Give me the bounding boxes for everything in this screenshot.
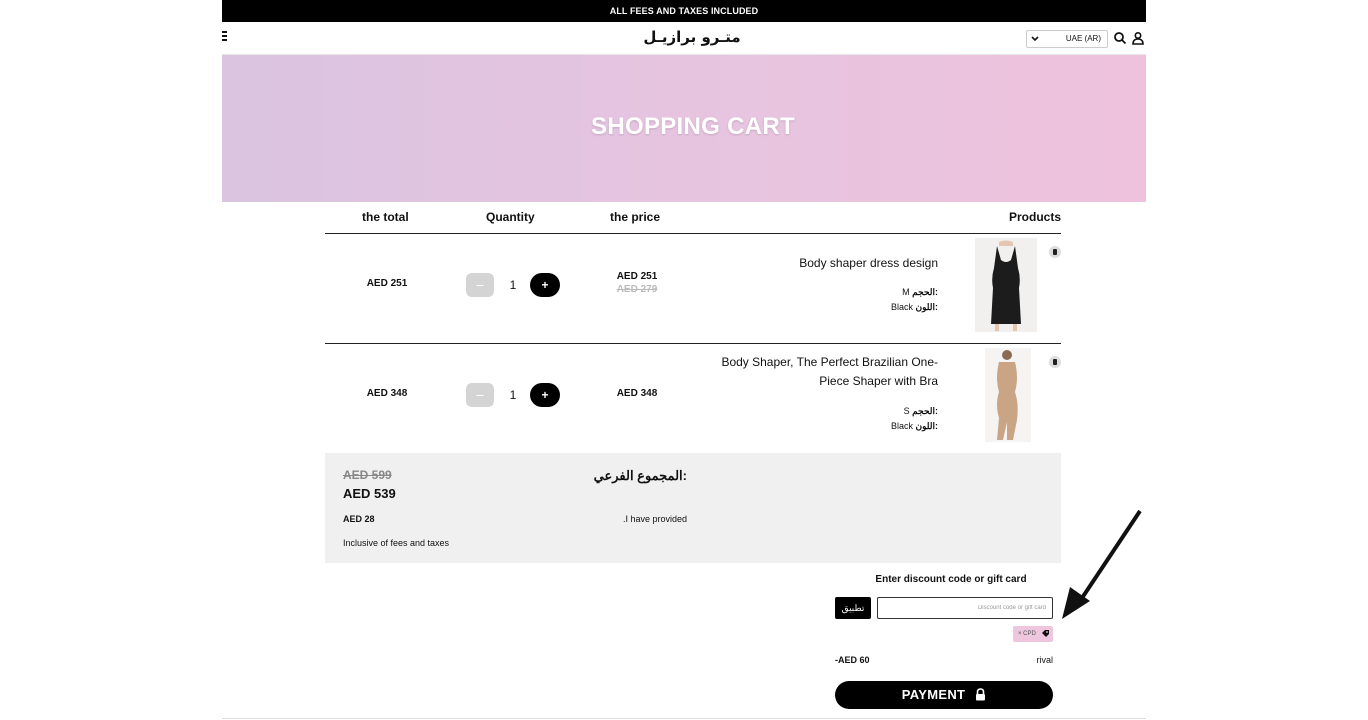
page-title: SHOPPING CART (591, 113, 795, 140)
size-label: الحجم: (912, 406, 938, 416)
country-select[interactable]: UAE (AR) (1026, 30, 1108, 48)
product-name[interactable]: Body Shaper, The Perfect Brazilian One-P… (698, 353, 938, 391)
size-value: M (902, 287, 910, 297)
order-summary: AED 599 AED 539 المجموع الفرعي: AED 28 .… (325, 453, 1061, 563)
payment-button[interactable]: PAYMENT (835, 681, 1053, 709)
size-label: الحجم: (912, 287, 938, 297)
cart-item: AED 251 − 1 + AED 251 AED 279 Body shape… (325, 234, 1061, 344)
page: ALL FEES AND TAXES INCLUDED متـرو برازيـ… (222, 0, 1146, 720)
column-header-total: the total (362, 210, 409, 224)
apply-discount-button[interactable]: تطبيق (835, 597, 871, 619)
increase-quantity-button[interactable]: + (530, 273, 560, 297)
product-image[interactable] (985, 348, 1031, 442)
quantity-value[interactable]: 1 (502, 273, 524, 297)
item-price: AED 348 (585, 388, 689, 399)
cart-hero-banner: SHOPPING CART (222, 55, 1146, 202)
item-total: AED 251 (366, 278, 408, 289)
payment-button-label: PAYMENT (901, 687, 966, 702)
old-price: AED 279 (616, 284, 658, 295)
remove-item-button[interactable] (1049, 356, 1061, 368)
discount-label: rival (1036, 655, 1053, 665)
column-header-price: the price (610, 210, 661, 224)
size-value: S (903, 406, 910, 416)
item-price: AED 251 AED 279 (585, 271, 689, 295)
annotation-arrow-icon (1062, 509, 1142, 619)
product-name[interactable]: Body shaper dress design (698, 254, 938, 273)
discount-code-input[interactable] (877, 597, 1053, 619)
column-header-products: Products (1008, 210, 1061, 224)
current-price: AED 251 (616, 271, 658, 282)
decrease-quantity-button[interactable]: − (466, 273, 494, 297)
discount-amount: -AED 60 (835, 655, 870, 665)
item-total: AED 348 (366, 388, 408, 399)
column-header-quantity: Quantity (486, 210, 535, 224)
remove-item-button[interactable] (1049, 246, 1061, 258)
decrease-quantity-button[interactable]: − (466, 383, 494, 407)
color-value: Black (890, 421, 913, 431)
quantity-value[interactable]: 1 (502, 383, 524, 407)
site-logo[interactable]: متـرو برازيـل (622, 28, 762, 46)
tag-icon (1041, 629, 1050, 638)
country-select-value: UAE (AR) (1065, 34, 1101, 43)
subtotal-new: AED 539 (343, 486, 396, 501)
subtotal-label: المجموع الفرعي: (593, 468, 687, 483)
quantity-stepper: − 1 + (466, 383, 560, 407)
product-attributes: S الحجم: Black اللون: (738, 404, 938, 434)
saved-value: AED 28 (343, 514, 375, 524)
current-price: AED 348 (616, 388, 658, 399)
applied-discount-code: × CPD (1018, 631, 1036, 637)
subtotal-old: AED 599 (343, 468, 392, 482)
saved-label: .I have provided (622, 514, 687, 524)
menu-icon[interactable] (222, 31, 228, 41)
quantity-stepper: − 1 + (466, 273, 560, 297)
color-label: اللون: (915, 302, 938, 312)
lock-icon (975, 683, 986, 711)
product-image[interactable] (975, 238, 1037, 332)
product-attributes: M الحجم: Black اللون: (738, 285, 938, 315)
inclusive-note: Inclusive of fees and taxes (343, 538, 450, 548)
search-icon[interactable] (1113, 31, 1127, 45)
cart-item: AED 348 − 1 + AED 348 Body Shaper, The P… (325, 344, 1061, 454)
color-label: اللون: (915, 421, 938, 431)
increase-quantity-button[interactable]: + (530, 383, 560, 407)
account-icon[interactable] (1131, 31, 1145, 45)
announcement-bar: ALL FEES AND TAXES INCLUDED (222, 0, 1146, 22)
applied-discount-tag[interactable]: × CPD (1013, 626, 1053, 642)
site-header: متـرو برازيـل UAE (AR) (222, 22, 1146, 55)
discount-title: Enter discount code or gift card (875, 574, 1027, 585)
footer-divider (222, 718, 1146, 719)
chevron-down-icon (1031, 31, 1039, 53)
color-value: Black (890, 302, 913, 312)
